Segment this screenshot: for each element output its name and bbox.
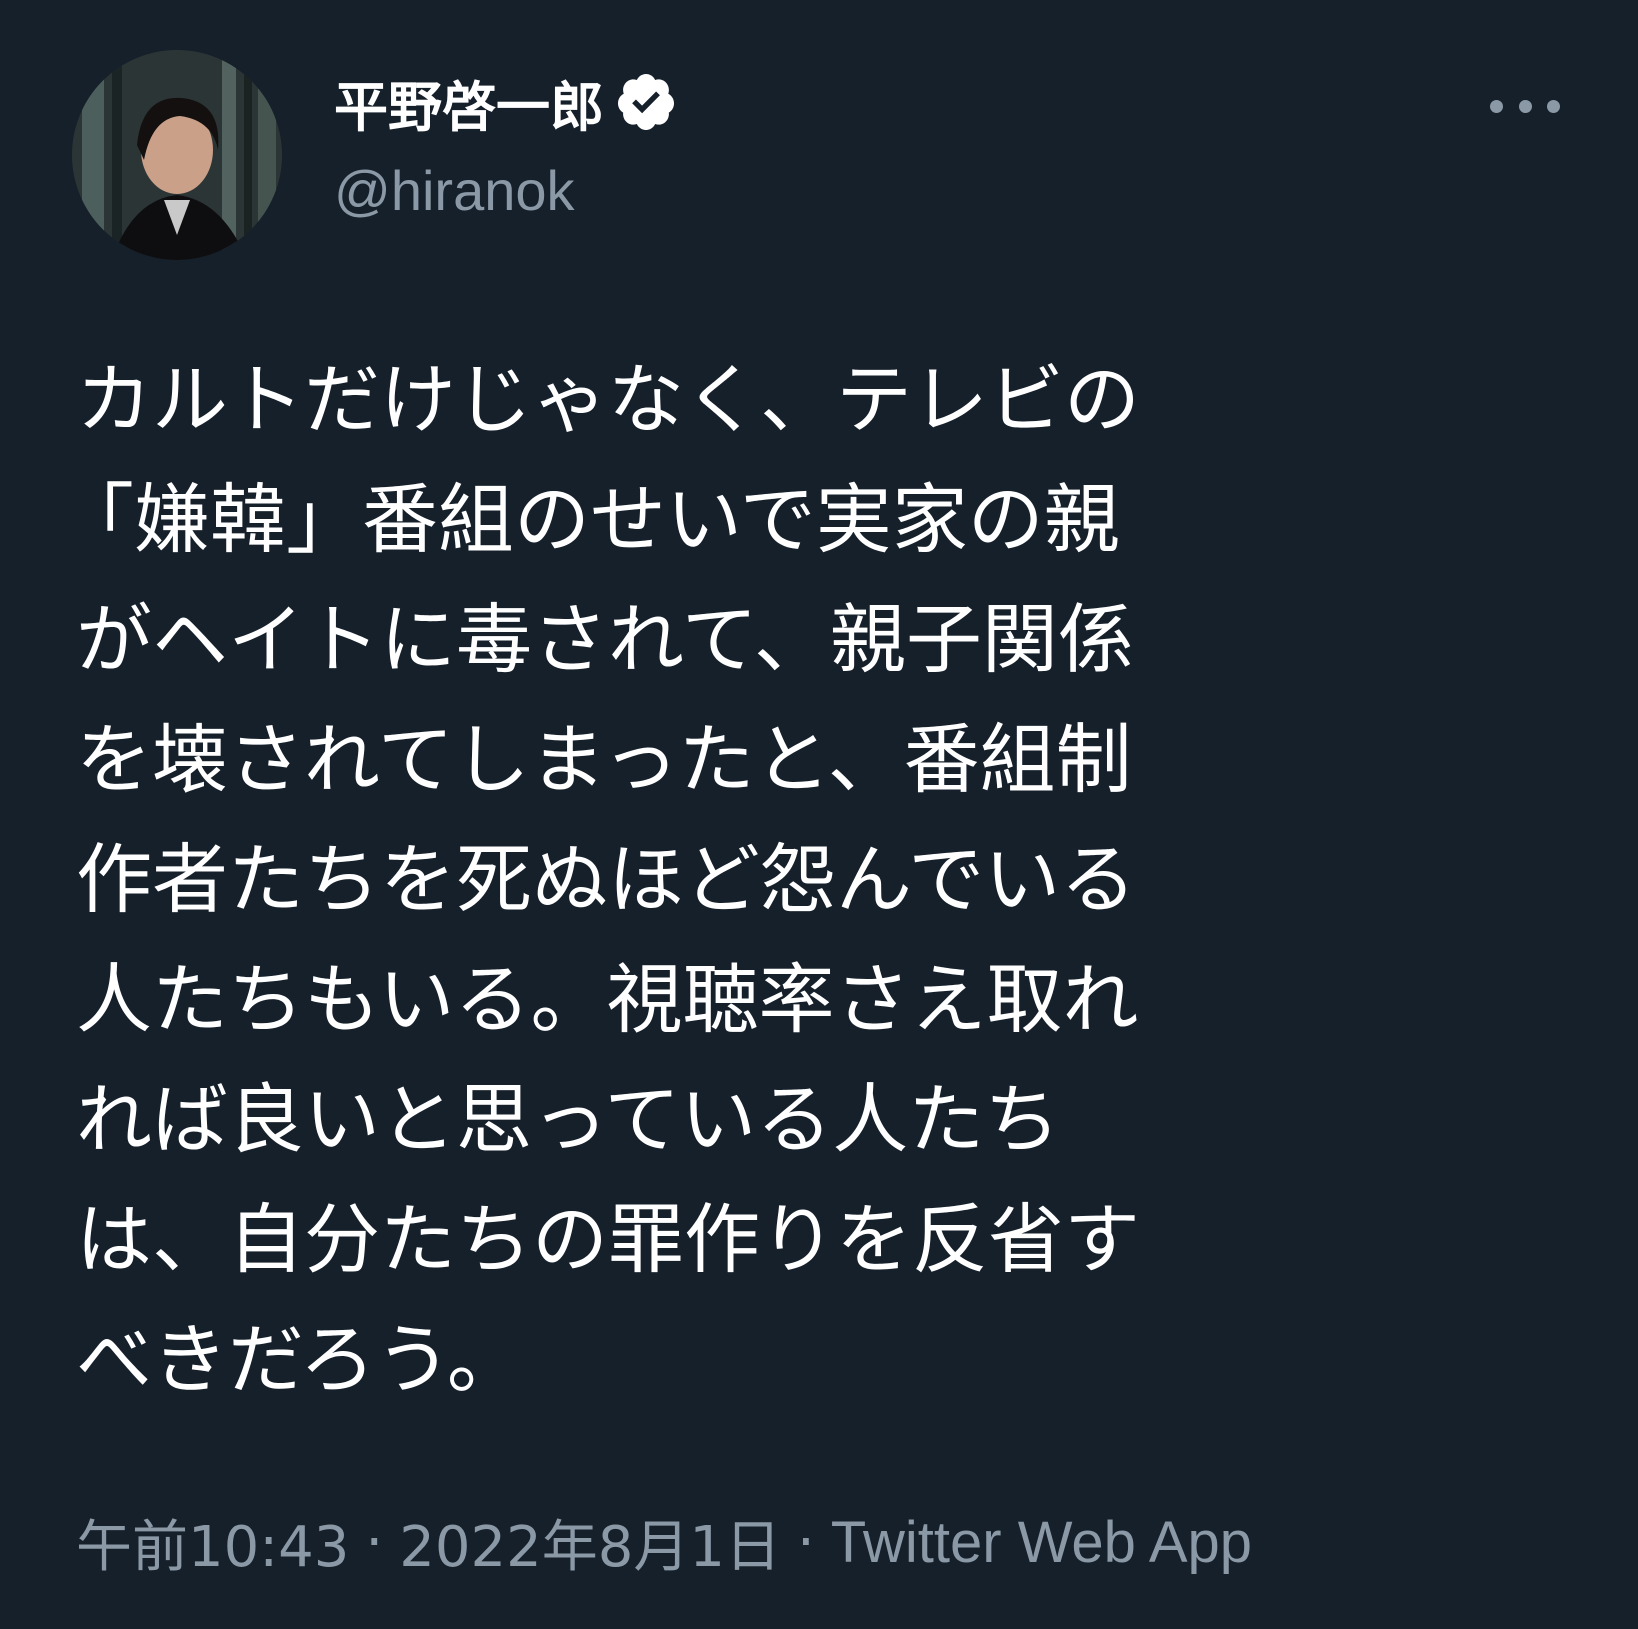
tweet-date[interactable]: 2022年8月1日 bbox=[399, 1502, 781, 1583]
name-row: 平野啓一郎 bbox=[334, 62, 678, 142]
tweet-text-line: がヘイトに毒されて、親子関係 bbox=[76, 595, 1134, 684]
tweet-text-line: を壊されてしまったと、番組制 bbox=[76, 715, 1132, 804]
tweet-text-line: 作者たちを死ぬほど怨んでいる bbox=[76, 835, 1137, 924]
verified-badge-icon bbox=[614, 70, 678, 134]
tweet-text: カルトだけじゃなく、テレビの 「嫌韓」番組のせいで実家の親 がヘイトに毒されて、… bbox=[58, 340, 1496, 1420]
avatar-photo bbox=[72, 50, 282, 260]
author-block: 平野啓一郎 @hiranok bbox=[334, 62, 678, 223]
tweet-text-line: れば良いと思っている人たち bbox=[76, 1075, 1061, 1164]
tweet-time[interactable]: 午前10:43 bbox=[76, 1502, 349, 1583]
user-handle[interactable]: @hiranok bbox=[334, 158, 678, 223]
tweet-text-line: 人たちもいる。視聴率さえ取れ bbox=[76, 955, 1139, 1044]
tweet-text-line: カルトだけじゃなく、テレビの bbox=[76, 355, 1140, 444]
more-dot bbox=[1490, 99, 1503, 113]
more-dot bbox=[1547, 99, 1560, 113]
tweet-text-line: は、自分たちの罪作りを反省す bbox=[76, 1195, 1140, 1284]
more-dot bbox=[1518, 99, 1532, 113]
more-options-icon[interactable] bbox=[1490, 90, 1560, 122]
meta-separator: · bbox=[796, 1510, 815, 1575]
tweet-source[interactable]: Twitter Web App bbox=[831, 1509, 1252, 1576]
meta-separator: · bbox=[365, 1510, 384, 1575]
avatar[interactable] bbox=[72, 50, 282, 260]
display-name[interactable]: 平野啓一郎 bbox=[334, 63, 604, 142]
tweet-text-line: べきだろう。 bbox=[76, 1315, 523, 1404]
tweet-card: 平野啓一郎 @hiranok カルトだけじゃなく、テレビの 「嫌韓」番組のせいで… bbox=[0, 0, 1638, 1629]
tweet-text-line: 「嫌韓」番組のせいで実家の親 bbox=[58, 475, 1120, 564]
tweet-meta: 午前10:43 · 2022年8月1日 · Twitter Web App bbox=[76, 1502, 1252, 1583]
